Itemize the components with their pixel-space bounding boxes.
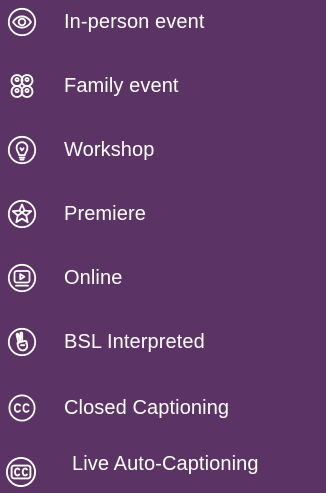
legend-label: Online [64, 267, 123, 289]
closed-captions-icon [7, 393, 37, 423]
legend-label: Workshop [64, 139, 155, 161]
live-captions-icon [5, 456, 37, 488]
legend-item-bsl: BSL Interpreted [0, 322, 326, 362]
legend-label: Premiere [64, 203, 146, 225]
lightbulb-icon [7, 135, 37, 165]
event-type-legend: In-person event Family event Workshop Pr… [0, 0, 326, 493]
legend-item-live-auto-captioning: Live Auto-Captioning [0, 440, 326, 488]
legend-item-online: Online [0, 258, 326, 298]
legend-label: Closed Captioning [64, 397, 230, 419]
legend-item-premiere: Premiere [0, 194, 326, 234]
signing-hand-icon [7, 327, 37, 357]
legend-item-closed-captioning: Closed Captioning [0, 388, 326, 428]
legend-item-workshop: Workshop [0, 130, 326, 170]
star-icon [7, 199, 37, 229]
legend-item-family: Family event [0, 66, 326, 106]
eye-icon [7, 7, 37, 37]
legend-label: BSL Interpreted [64, 331, 205, 353]
legend-item-in-person: In-person event [0, 2, 326, 42]
legend-label: Live Auto-Captioning [72, 453, 259, 475]
legend-label: Family event [64, 75, 179, 97]
family-icon [7, 71, 37, 101]
play-screen-icon [7, 263, 37, 293]
legend-label: In-person event [64, 11, 205, 33]
